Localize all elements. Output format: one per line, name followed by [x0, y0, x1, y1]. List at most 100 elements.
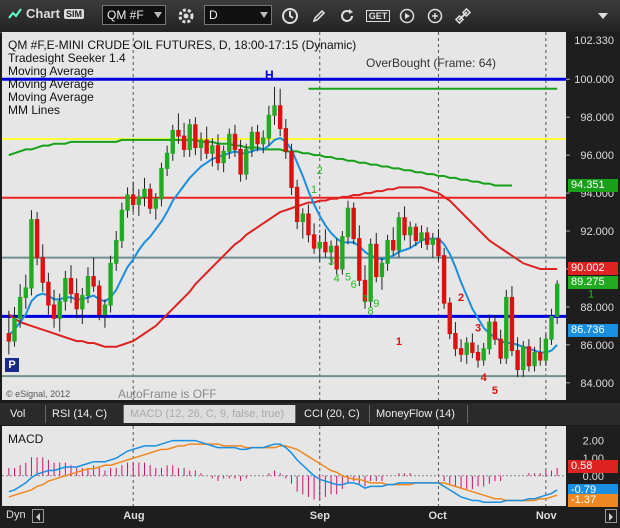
candle-body [80, 295, 85, 310]
zoom-icon [427, 8, 443, 24]
setup-count-green: 7 [362, 294, 368, 306]
link-button[interactable] [452, 5, 474, 27]
get-button[interactable]: GET [365, 5, 391, 27]
candle-body [385, 240, 390, 264]
candle-body [458, 348, 464, 355]
tab-vol[interactable]: Vol [4, 405, 46, 423]
setup-count-red: 2 [458, 292, 464, 304]
candle-body [29, 219, 34, 289]
candle-body [221, 150, 226, 164]
candle-body [515, 350, 520, 371]
draw-button[interactable] [308, 5, 330, 27]
price-tick-label: 96.000 [580, 150, 614, 162]
candle-body [147, 188, 153, 209]
scroll-left-button[interactable] [32, 509, 44, 523]
candle-body [102, 304, 108, 316]
candle-body [266, 114, 272, 139]
time-axis-label: Aug [123, 510, 145, 522]
candle-body [549, 315, 554, 340]
candle-body [108, 262, 113, 306]
play-button[interactable] [396, 5, 418, 27]
candle-body [255, 131, 260, 145]
get-label: GET [365, 10, 391, 22]
legend-mm-lines: MM Lines [8, 103, 61, 117]
setup-count-green: 6 [351, 279, 357, 291]
ma-green-line [8, 138, 512, 187]
candle-body [543, 338, 549, 361]
candle-body [374, 243, 379, 278]
indicator-tabs: Vol RSI (14, C) MACD (12, 26, C, 9, fals… [0, 403, 620, 425]
p-marker: P [5, 358, 19, 372]
tab-vol-label: Vol [10, 408, 26, 420]
candle-body [526, 346, 532, 367]
clock-icon [282, 8, 298, 24]
candle-body [475, 351, 481, 361]
price-tick-label: 100.000 [574, 74, 614, 86]
candle-body [407, 226, 413, 236]
scroll-right-button[interactable] [605, 509, 617, 523]
candle-body [125, 194, 130, 211]
candle-body [424, 232, 430, 245]
tab-cci[interactable]: CCI (20, C) [298, 405, 370, 423]
chart-legend: QM #F,E-MINI CRUDE OIL FUTURES, D, 18:00… [8, 39, 356, 117]
candle-body [436, 238, 441, 257]
h-marker: H [265, 68, 274, 82]
tab-rsi[interactable]: RSI (14, C) [46, 405, 124, 423]
candle-body [244, 148, 249, 175]
tab-macd[interactable]: MACD (12, 26, C, 9, false, true) [124, 405, 296, 423]
app-title: Chart SIM [8, 6, 84, 21]
candle-body [238, 148, 243, 175]
candle-body [402, 217, 407, 236]
candle-body [498, 338, 503, 359]
candle-body [430, 238, 436, 245]
candle-body [351, 207, 356, 240]
macd-chart: 2.001.000.00 [2, 426, 604, 506]
macd-value-label: 0.58 [568, 459, 618, 473]
candle-body [261, 137, 266, 145]
setup-count-green: 1 [311, 184, 317, 196]
tab-moneyflow[interactable]: MoneyFlow (14) [370, 405, 468, 423]
candle-body [492, 321, 498, 340]
candle-body [91, 276, 96, 287]
candle-body [521, 346, 526, 371]
time-axis-label: Sep [309, 510, 330, 522]
legend-moving-average-3: Moving Average [8, 90, 94, 104]
last-price-label: 94.351 [568, 179, 618, 193]
candle-body [300, 213, 305, 223]
app-title-text: Chart [26, 6, 60, 21]
symbol-input[interactable]: QM #F [102, 5, 166, 25]
candle-body [40, 257, 45, 283]
candle-body [504, 296, 509, 359]
candle-body [215, 145, 221, 164]
candle-body [136, 196, 142, 205]
refresh-button[interactable] [336, 5, 358, 27]
candle-body [119, 209, 125, 242]
candle-body [46, 281, 51, 306]
menu-button[interactable] [592, 5, 614, 27]
setup-count-green: 8 [368, 306, 374, 318]
candle-body [198, 139, 204, 149]
candle-body [487, 321, 492, 350]
candle-body [396, 217, 402, 251]
candle-body [357, 238, 362, 281]
candle-body [12, 317, 17, 342]
overbought-label: OverBought (Frame: 64) [366, 56, 497, 70]
candle-body [368, 243, 373, 302]
dyn-label: Dyn [6, 509, 26, 521]
candle-body [532, 351, 537, 367]
candle-body [17, 296, 23, 319]
tab-moneyflow-label: MoneyFlow (14) [376, 408, 455, 420]
candle-body [391, 240, 396, 251]
time-button[interactable] [278, 5, 302, 27]
candle-body [481, 348, 486, 361]
candle-body [227, 133, 232, 152]
setup-count-red: 3 [475, 323, 481, 335]
settings-button[interactable] [174, 5, 198, 27]
chevron-down-icon [260, 12, 268, 18]
setup-count-green: 2 [317, 165, 323, 177]
candle-body [306, 213, 311, 236]
interval-input[interactable]: D [204, 5, 272, 25]
sim-badge: SIM [63, 8, 84, 19]
zoom-button[interactable] [424, 5, 446, 27]
candle-body [441, 255, 447, 304]
